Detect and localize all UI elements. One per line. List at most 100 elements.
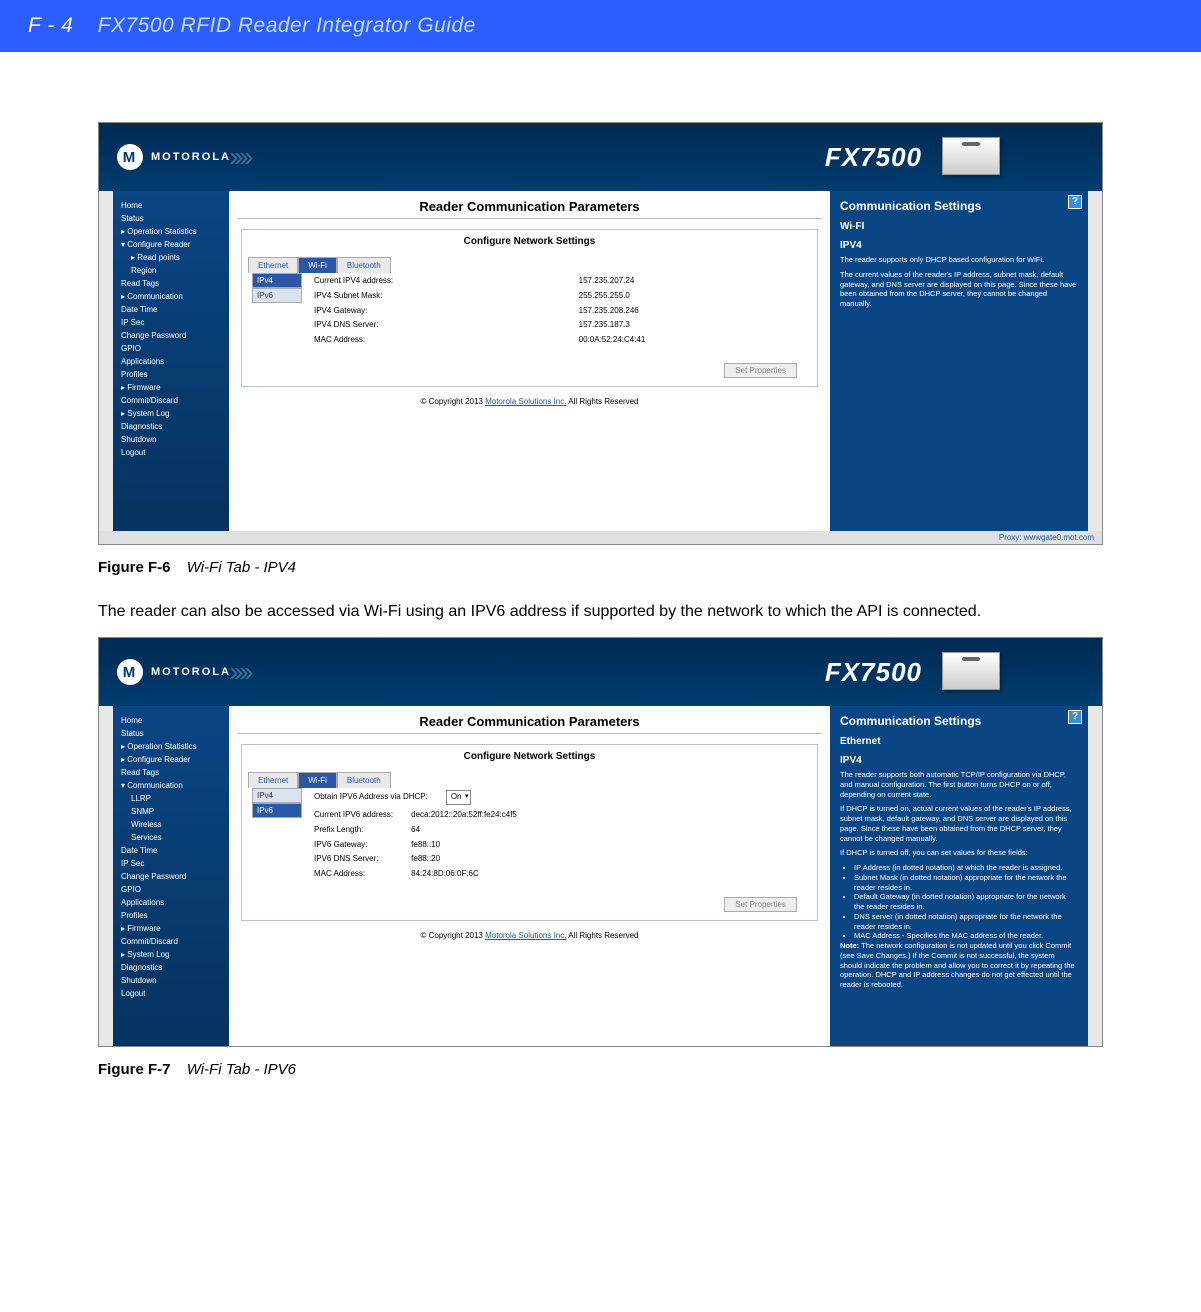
copyright-footer: © Copyright 2013 Motorola Solutions Inc.… xyxy=(237,393,822,410)
sidebar-item[interactable]: Services xyxy=(113,831,229,844)
dhcp-select[interactable]: On xyxy=(446,790,471,805)
dhcp-label: Obtain IPV6 Address via DHCP: xyxy=(314,790,444,805)
help-panel: ? Communication Settings Ethernet IPV4 T… xyxy=(830,706,1088,1046)
help-title: Communication Settings xyxy=(840,199,1078,213)
tab-ipv6[interactable]: IPv6 xyxy=(252,803,302,818)
sidebar-item[interactable]: ▸ Firmware xyxy=(113,922,229,935)
field-value: fe88::20 xyxy=(411,853,533,866)
main-panel: Reader Communication Parameters Configur… xyxy=(229,191,830,531)
copyright-link[interactable]: Motorola Solutions Inc. xyxy=(485,931,566,940)
field-label: Current IPV4 address: xyxy=(314,275,577,288)
sidebar-item[interactable]: LLRP xyxy=(113,792,229,805)
sidebar-item[interactable]: ▸ Configure Reader xyxy=(113,753,229,766)
tab-wifi[interactable]: Wi-Fi xyxy=(298,257,337,273)
sidebar-item[interactable]: ▸ Read points xyxy=(113,251,229,264)
sidebar-item[interactable]: Profiles xyxy=(113,909,229,922)
page-number: F - 4 xyxy=(28,14,73,37)
network-panel: Configure Network Settings Ethernet Wi-F… xyxy=(241,744,818,921)
sidebar-item[interactable]: ▸ System Log xyxy=(113,948,229,961)
tab-bluetooth[interactable]: Bluetooth xyxy=(337,772,391,788)
sidebar-item[interactable]: Diagnostics xyxy=(113,420,229,433)
tab-wifi[interactable]: Wi-Fi xyxy=(298,772,337,788)
help-icon[interactable]: ? xyxy=(1068,710,1082,724)
config-row: IPV4 Subnet Mask:255.255.255.0 xyxy=(314,290,807,303)
sidebar-item[interactable]: Logout xyxy=(113,987,229,1000)
sidebar-item[interactable]: ▸ Operation Statistics xyxy=(113,225,229,238)
sidebar-item[interactable]: ▸ Operation Statistics xyxy=(113,740,229,753)
sidebar-item[interactable]: Commit/Discard xyxy=(113,394,229,407)
sidebar-item[interactable]: Home xyxy=(113,199,229,212)
help-bullet: MAC Address - Specifies the MAC address … xyxy=(854,931,1078,941)
sidebar-item[interactable]: Read Tags xyxy=(113,277,229,290)
tab-ipv4[interactable]: IPv4 xyxy=(252,273,302,288)
sidebar-item[interactable]: ▾ Communication xyxy=(113,779,229,792)
copyright-link[interactable]: Motorola Solutions Inc. xyxy=(485,397,566,406)
copyright-prefix: © Copyright 2013 xyxy=(420,931,485,940)
config-row: IPV6 Gateway:fe88::10 xyxy=(314,839,533,852)
ipversion-tabs: IPv4 IPv6 xyxy=(252,273,302,349)
tab-ethernet[interactable]: Ethernet xyxy=(248,772,298,788)
sidebar-item[interactable]: SNMP xyxy=(113,805,229,818)
sidebar-item[interactable]: Status xyxy=(113,727,229,740)
sidebar-item[interactable]: ▸ Communication xyxy=(113,290,229,303)
sidebar-item[interactable]: ▾ Configure Reader xyxy=(113,238,229,251)
help-title: Communication Settings xyxy=(840,714,1078,728)
config-row: MAC Address:84:24:8D:06:0F:6C xyxy=(314,868,533,881)
brand-text: MOTOROLA xyxy=(151,151,231,163)
help-text: The reader supports only DHCP based conf… xyxy=(840,255,1078,265)
sidebar-item[interactable]: Read Tags xyxy=(113,766,229,779)
sidebar-item[interactable]: Shutdown xyxy=(113,974,229,987)
help-icon[interactable]: ? xyxy=(1068,195,1082,209)
sidebar-item[interactable]: Home xyxy=(113,714,229,727)
sidebar-item[interactable]: Commit/Discard xyxy=(113,935,229,948)
copyright-prefix: © Copyright 2013 xyxy=(420,397,485,406)
sidebar-item[interactable]: ▸ System Log xyxy=(113,407,229,420)
sidebar-item[interactable]: Logout xyxy=(113,446,229,459)
field-label: MAC Address: xyxy=(314,868,409,881)
config-row: Current IPV6 address:deca:2012::20a:52ff… xyxy=(314,809,533,822)
scrollbar[interactable] xyxy=(1088,706,1102,1046)
sidebar-item[interactable]: GPIO xyxy=(113,342,229,355)
sidebar-item[interactable]: Diagnostics xyxy=(113,961,229,974)
tab-bluetooth[interactable]: Bluetooth xyxy=(337,257,391,273)
set-properties-button[interactable]: Set Properties xyxy=(724,363,797,378)
page-header: F - 4 FX7500 RFID Reader Integrator Guid… xyxy=(0,0,1201,52)
help-bullet: Subnet Mask (in dotted notation) appropr… xyxy=(854,873,1078,893)
help-section-ipv4: IPV4 xyxy=(840,755,1078,766)
field-value: 64 xyxy=(411,824,533,837)
ipv6-fields: Obtain IPV6 Address via DHCP: On Current… xyxy=(312,788,809,883)
scrollbar[interactable] xyxy=(99,191,113,531)
tab-ipv4[interactable]: IPv4 xyxy=(252,788,302,803)
config-row: IPV4 DNS Server:157.235.187.3 xyxy=(314,319,807,332)
interface-tabs: Ethernet Wi-Fi Bluetooth xyxy=(248,257,817,273)
figure-caption-1: Figure F-6 Wi-Fi Tab - IPV4 xyxy=(98,559,1103,576)
field-label: IPV6 Gateway: xyxy=(314,839,409,852)
set-properties-button[interactable]: Set Properties xyxy=(724,897,797,912)
sidebar-item[interactable]: Profiles xyxy=(113,368,229,381)
panel-heading: Configure Network Settings xyxy=(242,230,817,251)
scrollbar[interactable] xyxy=(1088,191,1102,531)
sidebar-item[interactable]: Region xyxy=(113,264,229,277)
sidebar-item[interactable]: Date Time xyxy=(113,303,229,316)
sidebar-item[interactable]: Wireless xyxy=(113,818,229,831)
sidebar-item[interactable]: Shutdown xyxy=(113,433,229,446)
figure-title: Wi-Fi Tab - IPV4 xyxy=(187,559,296,576)
sidebar-item[interactable]: GPIO xyxy=(113,883,229,896)
sidebar-item[interactable]: Status xyxy=(113,212,229,225)
network-panel: Configure Network Settings Ethernet Wi-F… xyxy=(241,229,818,387)
sidebar-item[interactable]: Applications xyxy=(113,896,229,909)
sidebar-item[interactable]: Change Password xyxy=(113,329,229,342)
sidebar-item[interactable]: IP Sec xyxy=(113,857,229,870)
scrollbar[interactable] xyxy=(99,706,113,1046)
sidebar-item[interactable]: ▸ Firmware xyxy=(113,381,229,394)
sidebar-item[interactable]: IP Sec xyxy=(113,316,229,329)
app-banner: M MOTOROLA › › › › FX7500 xyxy=(99,123,1102,191)
tab-ethernet[interactable]: Ethernet xyxy=(248,257,298,273)
sidebar-item[interactable]: Change Password xyxy=(113,870,229,883)
sidebar-item[interactable]: Date Time xyxy=(113,844,229,857)
sidebar-item[interactable]: Applications xyxy=(113,355,229,368)
field-value: 84:24:8D:06:0F:6C xyxy=(411,868,533,881)
tab-ipv6[interactable]: IPv6 xyxy=(252,288,302,303)
config-row: IPV6 DNS Server:fe88::20 xyxy=(314,853,533,866)
device-image xyxy=(942,652,1000,690)
